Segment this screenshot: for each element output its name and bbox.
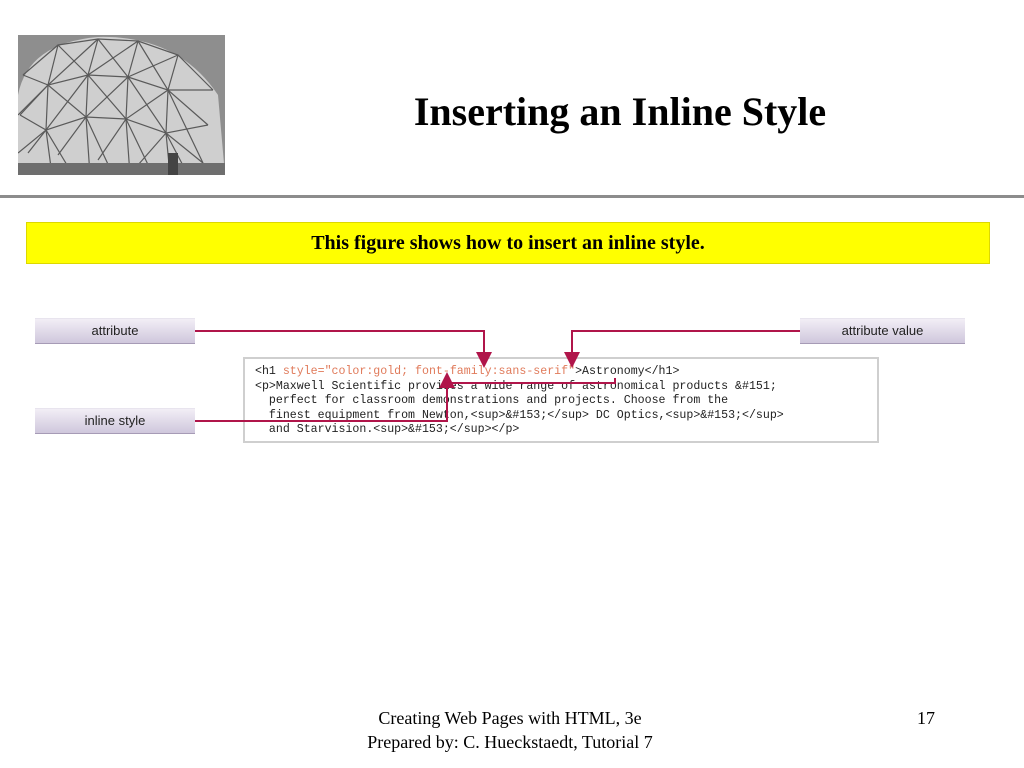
code-line-1-start: <h1	[255, 365, 283, 378]
slide-title: Inserting an Inline Style	[413, 89, 827, 134]
title-divider	[0, 195, 1024, 198]
inline-style-attribute: style="color:gold; font-family:sans-seri…	[282, 365, 576, 378]
footer-credits: Creating Web Pages with HTML, 3e Prepare…	[300, 706, 720, 754]
author-credit: Prepared by: C. Hueckstaedt, Tutorial 7	[367, 732, 653, 752]
code-line-4: finest equipment from Newton,<sup>&#153;…	[255, 408, 784, 422]
attribute-value-arrow	[564, 330, 800, 368]
code-sample: <h1 style="color:gold; font-family:sans-…	[243, 357, 879, 443]
code-line-1-end: >Astronomy</h1>	[575, 365, 680, 378]
page-number: 17	[917, 708, 935, 728]
inline-style-figure: attribute attribute value inline style <…	[0, 300, 1024, 470]
code-line-3: perfect for classroom demonstrations and…	[255, 394, 729, 407]
code-line-2: <p>Maxwell Scientific provides a wide ra…	[255, 379, 777, 393]
attribute-arrow	[195, 330, 492, 368]
caption-banner: This figure shows how to insert an inlin…	[26, 222, 990, 264]
geodesic-dome-photo-icon	[18, 35, 225, 175]
attribute-value-label: attribute value	[800, 318, 965, 344]
inline-style-label: inline style	[35, 408, 195, 434]
course-title: Creating Web Pages with HTML, 3e	[378, 708, 642, 728]
code-line-5: and Starvision.<sup>&#153;</sup></p>	[255, 423, 520, 436]
attribute-label: attribute	[35, 318, 195, 344]
